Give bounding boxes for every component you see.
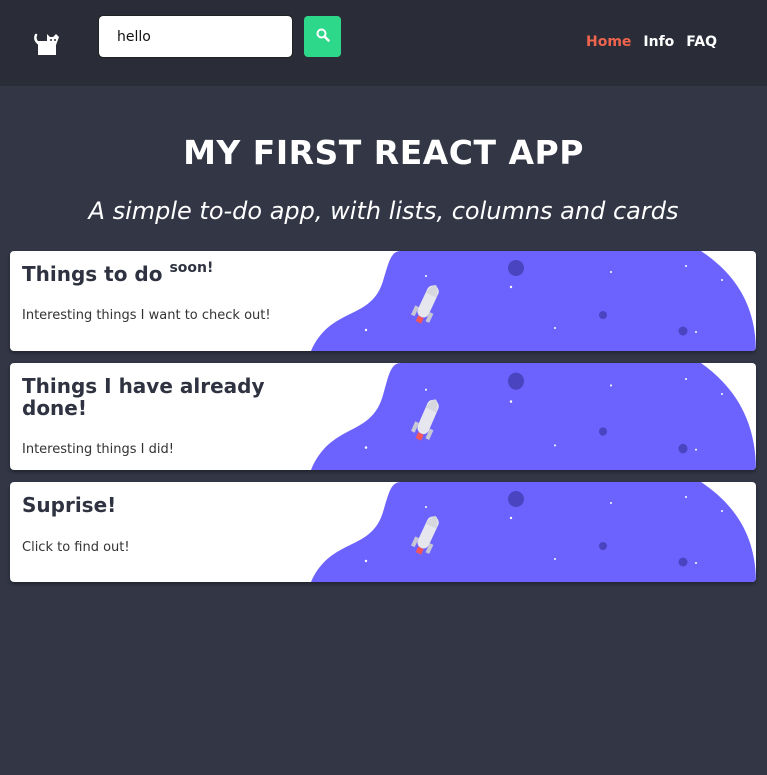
nav-info[interactable]: Info bbox=[643, 34, 674, 50]
cat-icon[interactable] bbox=[34, 29, 62, 57]
card-title-text: Things I have already done! bbox=[22, 374, 265, 420]
card-title-text: Things to do bbox=[22, 262, 163, 286]
card-title-text: Suprise! bbox=[22, 493, 117, 517]
rocket-illustration bbox=[311, 482, 756, 582]
page-title: MY FIRST REACT APP bbox=[183, 133, 584, 172]
card-already-done[interactable]: Things I have already done! Interesting … bbox=[10, 363, 756, 470]
card-title-superscript: soon! bbox=[169, 260, 214, 276]
nav-home[interactable]: Home bbox=[586, 34, 631, 50]
search-icon bbox=[316, 28, 330, 45]
main-nav: Home Info FAQ bbox=[586, 34, 717, 50]
header: Home Info FAQ bbox=[0, 0, 767, 86]
card-title: Things to do soon! bbox=[22, 260, 292, 286]
card-description: Interesting things I want to check out! bbox=[22, 308, 271, 323]
search-input[interactable] bbox=[98, 15, 293, 58]
card-title: Suprise! bbox=[22, 494, 292, 516]
nav-faq[interactable]: FAQ bbox=[686, 34, 717, 50]
rocket-illustration bbox=[311, 363, 756, 470]
rocket-illustration bbox=[311, 251, 756, 351]
card-description: Click to find out! bbox=[22, 540, 130, 555]
card-things-to-do[interactable]: Things to do soon! Interesting things I … bbox=[10, 251, 756, 351]
card-surprise[interactable]: Suprise! Click to find out! bbox=[10, 482, 756, 582]
search-button[interactable] bbox=[304, 16, 341, 57]
card-title: Things I have already done! bbox=[22, 375, 292, 419]
card-description: Interesting things I did! bbox=[22, 442, 174, 457]
page-subtitle: A simple to-do app, with lists, columns … bbox=[88, 197, 679, 225]
